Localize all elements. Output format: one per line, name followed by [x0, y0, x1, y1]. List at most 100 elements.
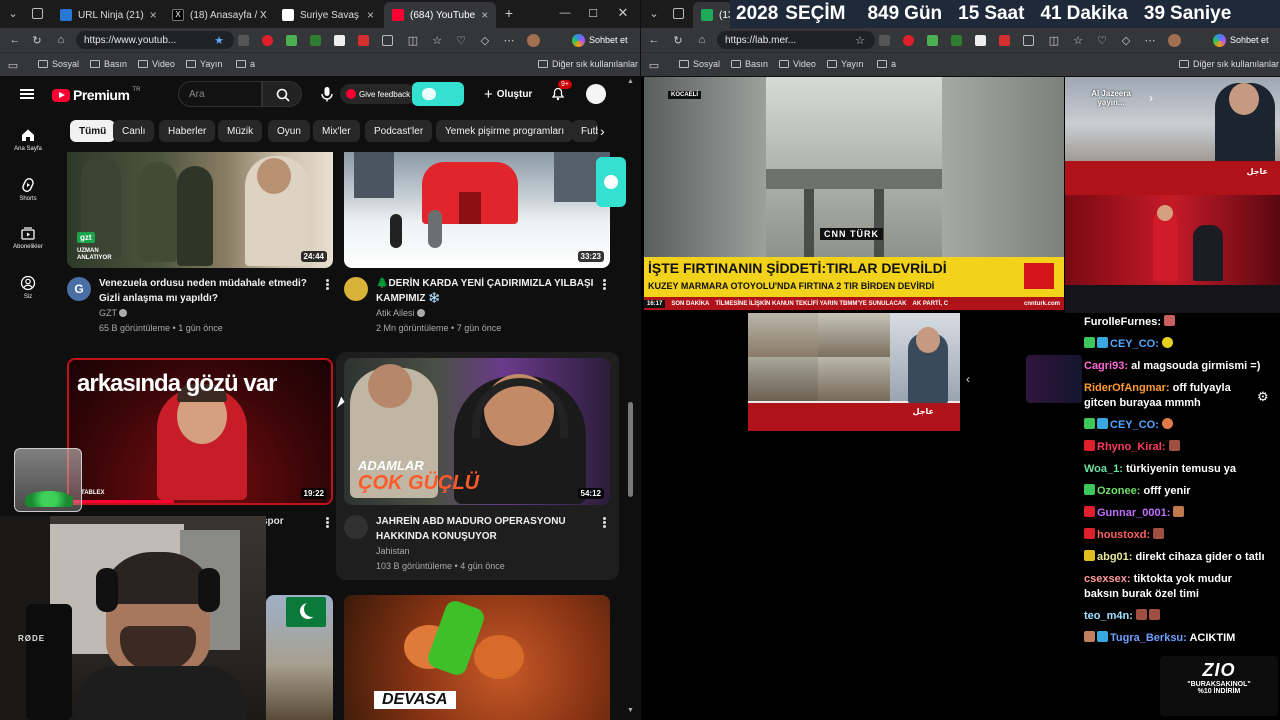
- video-4-more-icon[interactable]: [603, 517, 606, 528]
- chip-cooking[interactable]: Yemek pişirme programları: [436, 120, 574, 142]
- tab-youtube[interactable]: (684) YouTube ×: [384, 2, 496, 28]
- extension-2-icon[interactable]: [901, 33, 915, 47]
- extension-1-icon[interactable]: [877, 33, 891, 47]
- url-field[interactable]: https://lab.mer...: [717, 31, 875, 49]
- video-1-title[interactable]: Venezuela ordusu neden müdahale etmedi? …: [99, 276, 314, 306]
- bookmark-sosyal[interactable]: Sosyal: [38, 59, 79, 69]
- video-1-thumbnail[interactable]: gzt UZMAN ANLATIYOR 24:44: [67, 152, 333, 268]
- extension-4-icon[interactable]: [949, 33, 963, 47]
- chip-gaming[interactable]: Oyun: [268, 120, 310, 142]
- video-1-channel-avatar[interactable]: G: [67, 277, 91, 301]
- extension-3-icon[interactable]: [284, 33, 298, 47]
- bookmark-yayin[interactable]: Yayın: [186, 59, 222, 69]
- bookmark-a[interactable]: a: [236, 59, 255, 69]
- extension-6-icon[interactable]: [356, 33, 370, 47]
- sidebar-item-subscriptions[interactable]: Abonelikler: [0, 225, 56, 250]
- browser-essentials-icon[interactable]: ◇: [1119, 33, 1133, 47]
- give-feedback-button[interactable]: Give feedback: [340, 84, 417, 104]
- next-stream-icon[interactable]: ›: [1149, 91, 1153, 105]
- back-icon[interactable]: ←: [647, 33, 661, 47]
- favorites-icon[interactable]: ☆: [1071, 33, 1085, 47]
- search-input[interactable]: Ara: [178, 81, 262, 107]
- profile-avatar[interactable]: [526, 33, 540, 47]
- minimize-icon[interactable]: —: [558, 6, 572, 20]
- other-bookmarks[interactable]: Diğer sık kullanılanlar: [538, 59, 638, 69]
- video-4-thumbnail[interactable]: ADAMLAR ÇOK GÜÇLÜ 54:12: [344, 358, 610, 505]
- video-2-more-icon[interactable]: [603, 279, 606, 290]
- favorites-icon[interactable]: ☆: [430, 33, 444, 47]
- collections-icon[interactable]: ♡: [1095, 33, 1109, 47]
- more-icon[interactable]: ⋯: [502, 33, 516, 47]
- home-icon[interactable]: ⌂: [695, 33, 709, 47]
- chip-podcasts[interactable]: Podcast'ler: [365, 120, 433, 142]
- back-icon[interactable]: ←: [8, 33, 22, 47]
- voice-search-button[interactable]: [318, 85, 336, 103]
- youtube-scrollbar[interactable]: [628, 402, 633, 497]
- more-icon[interactable]: ⋯: [1143, 33, 1157, 47]
- extension-7-icon[interactable]: [380, 33, 394, 47]
- reload-icon[interactable]: ↻: [671, 33, 685, 47]
- bookmark-menu-icon[interactable]: ▭: [6, 58, 20, 72]
- scroll-up-icon[interactable]: ▲: [627, 78, 634, 85]
- split-screen-icon[interactable]: ◫: [406, 33, 420, 47]
- news-studio-stream[interactable]: [1065, 195, 1280, 313]
- extension-3-icon[interactable]: [925, 33, 939, 47]
- cnn-turk-stream[interactable]: KOCAELİ CNN TÜRK İŞTE FIRTINANIN ŞİDDETİ…: [644, 77, 1064, 310]
- bookmark-a[interactable]: a: [877, 59, 896, 69]
- chip-football[interactable]: Futb: [572, 120, 598, 142]
- tab-url-ninja[interactable]: URL Ninja (21) ×: [52, 2, 162, 28]
- bookmark-menu-icon[interactable]: ▭: [647, 58, 661, 72]
- video-1-channel[interactable]: GZT: [99, 308, 128, 318]
- bookmark-basin[interactable]: Basın: [90, 59, 127, 69]
- profile-avatar[interactable]: [1167, 33, 1181, 47]
- extension-floating-widget[interactable]: [596, 157, 626, 207]
- favorite-star-icon[interactable]: ☆: [853, 33, 867, 47]
- close-tab-icon[interactable]: ×: [150, 8, 157, 22]
- tab-suriye[interactable]: Suriye Savaş Haritası ×: [274, 2, 382, 28]
- video-5-thumbnail[interactable]: DEVASA: [344, 595, 610, 720]
- youtube-logo[interactable]: Premium TR: [52, 87, 140, 103]
- prev-stream-icon[interactable]: ‹: [966, 372, 970, 386]
- extension-toggle[interactable]: [412, 82, 464, 106]
- maximize-icon[interactable]: ☐: [586, 6, 600, 20]
- chat-settings-icon[interactable]: ⚙: [1257, 389, 1269, 405]
- scroll-down-icon[interactable]: ▼: [627, 707, 634, 714]
- tab-list-icon[interactable]: ⌄: [647, 6, 661, 20]
- copilot-button[interactable]: Sohbet et: [1213, 31, 1269, 49]
- sidebar-item-home[interactable]: Ana Sayfa: [0, 127, 56, 152]
- menu-icon[interactable]: [20, 89, 34, 99]
- chips-next-icon[interactable]: ›: [600, 123, 605, 139]
- extension-1-icon[interactable]: [236, 33, 250, 47]
- extension-6-icon[interactable]: [997, 33, 1011, 47]
- video-2-thumbnail[interactable]: 33:23: [344, 152, 610, 268]
- tab-list-icon[interactable]: ⌄: [6, 6, 20, 20]
- aljazeera-small-stream[interactable]: عاجل: [748, 313, 960, 431]
- close-tab-icon[interactable]: ×: [367, 8, 374, 22]
- close-tab-icon[interactable]: ×: [481, 8, 488, 22]
- video-3-thumbnail[interactable]: arkasında gözü var TABLEX 19:22: [67, 358, 333, 505]
- tab-x[interactable]: X (18) Anasayfa / X ×: [164, 2, 272, 28]
- bookmark-basin[interactable]: Basın: [731, 59, 768, 69]
- video-4-channel[interactable]: Jahistan: [376, 546, 410, 556]
- copilot-button[interactable]: Sohbet et: [572, 31, 628, 49]
- video-3-more-icon[interactable]: [326, 517, 329, 528]
- workspaces-icon[interactable]: [671, 6, 685, 20]
- notifications-button[interactable]: 9+: [550, 80, 572, 103]
- other-bookmarks[interactable]: Diğer sık kullanılanlar: [1179, 59, 1279, 69]
- bookmark-yayin[interactable]: Yayın: [827, 59, 863, 69]
- tab-right-active[interactable]: (13): [693, 2, 733, 28]
- extension-2-icon[interactable]: [260, 33, 274, 47]
- close-window-icon[interactable]: ✕: [616, 5, 630, 20]
- extension-4-icon[interactable]: [308, 33, 322, 47]
- chip-all[interactable]: Tümü: [70, 120, 116, 142]
- browser-essentials-icon[interactable]: ◇: [478, 33, 492, 47]
- video-6-thumbnail[interactable]: [266, 595, 333, 720]
- create-button[interactable]: + Oluştur: [476, 83, 540, 105]
- sidebar-item-shorts[interactable]: Shorts: [0, 177, 56, 202]
- chip-news[interactable]: Haberler: [159, 120, 216, 142]
- video-4-title[interactable]: JAHREİN ABD MADURO OPERASYONU HAKKINDA K…: [376, 514, 598, 544]
- chip-live[interactable]: Canlı: [113, 120, 155, 142]
- bookmark-video[interactable]: Video: [138, 59, 175, 69]
- extension-5-icon[interactable]: [332, 33, 346, 47]
- split-screen-icon[interactable]: ◫: [1047, 33, 1061, 47]
